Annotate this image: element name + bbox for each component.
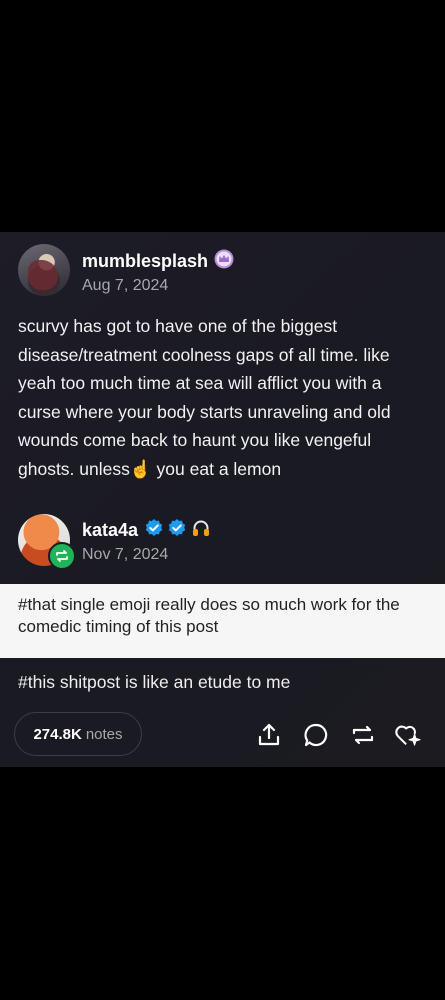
notes-button[interactable]: 274.8K notes (14, 712, 142, 756)
highlighted-tag-text: #that single emoji really does so much w… (18, 595, 400, 636)
headphones-icon (191, 518, 211, 543)
screen: { "post": { "author": "mumblesplash", "d… (0, 0, 445, 1000)
highlighted-tag[interactable]: #that single emoji really does so much w… (0, 584, 445, 658)
like-icon[interactable] (394, 721, 422, 749)
notes-count: 274.8K (33, 725, 82, 743)
post-card: mumblesplash Aug 7, 2024 scurvy has got … (0, 232, 445, 767)
post-date: Aug 7, 2024 (82, 277, 169, 294)
reblog-badge-icon (48, 542, 76, 570)
author-username[interactable]: mumblesplash (82, 251, 208, 272)
pointing-up-emoji: ☝️ (129, 458, 152, 479)
reblogger-username[interactable]: kata4a (82, 520, 138, 541)
author-name-row: mumblesplash (82, 249, 234, 274)
post-body-text: scurvy has got to have one of the bigges… (18, 316, 391, 479)
verified-icon (144, 518, 164, 543)
author-avatar[interactable] (18, 244, 70, 296)
post-body: scurvy has got to have one of the bigges… (18, 312, 423, 483)
reblog-icon[interactable] (349, 721, 377, 749)
crown-badge-icon (214, 249, 234, 274)
verified-icon (167, 518, 187, 543)
reblogger-name-row: kata4a (82, 518, 211, 543)
post-body-text-end: you eat a lemon (156, 458, 282, 479)
reply-icon[interactable] (302, 721, 330, 749)
notes-label: notes (85, 725, 123, 743)
reblog-date: Nov 7, 2024 (82, 546, 169, 563)
share-icon[interactable] (255, 721, 283, 749)
tag-item[interactable]: #this shitpost is like an etude to me (18, 672, 290, 693)
